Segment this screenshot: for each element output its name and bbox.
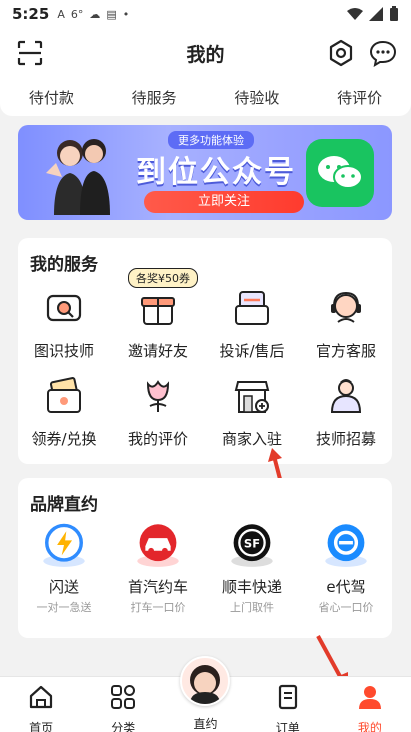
brand-label: 闪送 <box>48 578 79 596</box>
gift-icon <box>141 297 175 325</box>
order-pending-review[interactable]: 待评价 <box>337 87 382 108</box>
me-icon <box>358 686 381 709</box>
message-icon[interactable] <box>369 39 397 67</box>
brand-sub: 上门取件 <box>230 601 274 614</box>
service-item[interactable]: 技师招募 <box>300 376 392 449</box>
complaint-icon <box>235 291 269 325</box>
service-label: 邀请好友 <box>127 342 188 360</box>
grid-icon <box>111 685 136 709</box>
order-pending-service[interactable]: 待服务 <box>132 87 177 108</box>
brand-label: 顺丰快递 <box>221 578 282 596</box>
brand-item[interactable]: 首汽约车 打车一口价 <box>112 522 204 615</box>
order-pending-payment[interactable]: 待付款 <box>29 87 74 108</box>
svg-text:SF: SF <box>244 536 260 550</box>
brand-item[interactable]: SF 顺丰快递 上门取件 <box>206 522 298 615</box>
status-temp: 6° <box>70 7 84 21</box>
brand-sub: 省心一口价 <box>318 601 374 614</box>
brand-sub: 打车一口价 <box>130 601 186 614</box>
gear-icon[interactable] <box>327 39 355 67</box>
coupon-icon <box>47 377 81 413</box>
service-label: 商家入驻 <box>221 430 282 448</box>
dot-icon: • <box>122 7 130 21</box>
store-icon <box>234 381 270 413</box>
wifi-icon <box>347 8 363 20</box>
signal-icon <box>369 7 383 21</box>
service-item[interactable]: 我的评价 <box>112 376 204 449</box>
image-search-icon <box>46 294 82 322</box>
order-icon <box>278 684 297 710</box>
tab-label: 首页 <box>29 721 54 732</box>
wechat-banner[interactable]: 更多功能体验 到位公众号 立即关注 <box>18 125 392 220</box>
page-title: 我的 <box>186 43 225 66</box>
wechat-icon <box>306 139 374 207</box>
flash-delivery-icon <box>43 523 85 567</box>
customer-service-icon <box>331 291 361 323</box>
app-icon: ▤ <box>106 7 117 21</box>
follow-button[interactable]: 立即关注 <box>144 191 304 213</box>
service-item[interactable]: 官方客服 <box>300 288 392 361</box>
car-hailing-icon <box>137 524 179 567</box>
service-label: 领券/兑换 <box>31 430 97 448</box>
service-label: 图识技师 <box>33 342 94 360</box>
tab-label: 我的 <box>357 721 382 732</box>
service-label: 技师招募 <box>315 430 376 448</box>
tab-label: 分类 <box>111 721 136 732</box>
brand-label: e代驾 <box>326 578 366 596</box>
e-driver-icon <box>325 524 367 567</box>
reward-badge: 各奖¥50券 <box>128 268 198 288</box>
service-item[interactable]: 投诉/售后 <box>206 288 298 361</box>
brand-item[interactable]: 闪送 一对一急送 <box>18 522 110 615</box>
brand-label: 首汽约车 <box>127 578 188 596</box>
service-label: 官方客服 <box>315 342 376 360</box>
status-a-icon: A <box>57 7 65 21</box>
status-bar: 5:25 A 6° ☁ ▤ • <box>0 0 411 28</box>
tab-category[interactable]: 分类 <box>82 677 164 732</box>
tab-home[interactable]: 首页 <box>0 677 82 732</box>
service-label: 我的评价 <box>127 430 188 448</box>
battery-icon <box>390 6 398 21</box>
brand-title: 品牌直约 <box>30 495 98 515</box>
cloud-icon: ☁ <box>89 7 101 21</box>
tab-me[interactable]: 我的 <box>329 677 411 732</box>
flower-icon <box>146 380 170 412</box>
brand-item[interactable]: e代驾 省心一口价 <box>300 522 392 615</box>
people-illustration <box>46 139 110 215</box>
order-pending-acceptance[interactable]: 待验收 <box>234 87 279 108</box>
service-item[interactable]: 邀请好友 <box>112 288 204 361</box>
tab-label: 订单 <box>275 721 300 732</box>
sf-express-icon: SF <box>231 524 273 567</box>
brand-sub: 一对一急送 <box>36 601 92 614</box>
service-item[interactable]: 领券/兑换 <box>18 376 110 449</box>
status-right <box>347 6 399 22</box>
order-status-row: 待付款 待服务 待验收 待评价 <box>0 78 411 116</box>
service-item[interactable]: 商家入驻 <box>206 376 298 449</box>
scan-icon[interactable] <box>16 39 44 67</box>
banner-title: 到位公众号 <box>136 155 296 190</box>
tab-label: 直约 <box>193 717 218 731</box>
service-item[interactable]: 图识技师 <box>18 288 110 361</box>
tab-orders[interactable]: 订单 <box>247 677 329 732</box>
service-label: 投诉/售后 <box>219 342 285 360</box>
status-time: 5:25 <box>12 5 50 23</box>
top-header: 我的 <box>0 28 411 78</box>
services-title: 我的服务 <box>30 255 98 275</box>
avatar-icon[interactable] <box>180 656 230 706</box>
recruit-icon <box>330 379 362 413</box>
home-icon <box>29 685 53 709</box>
